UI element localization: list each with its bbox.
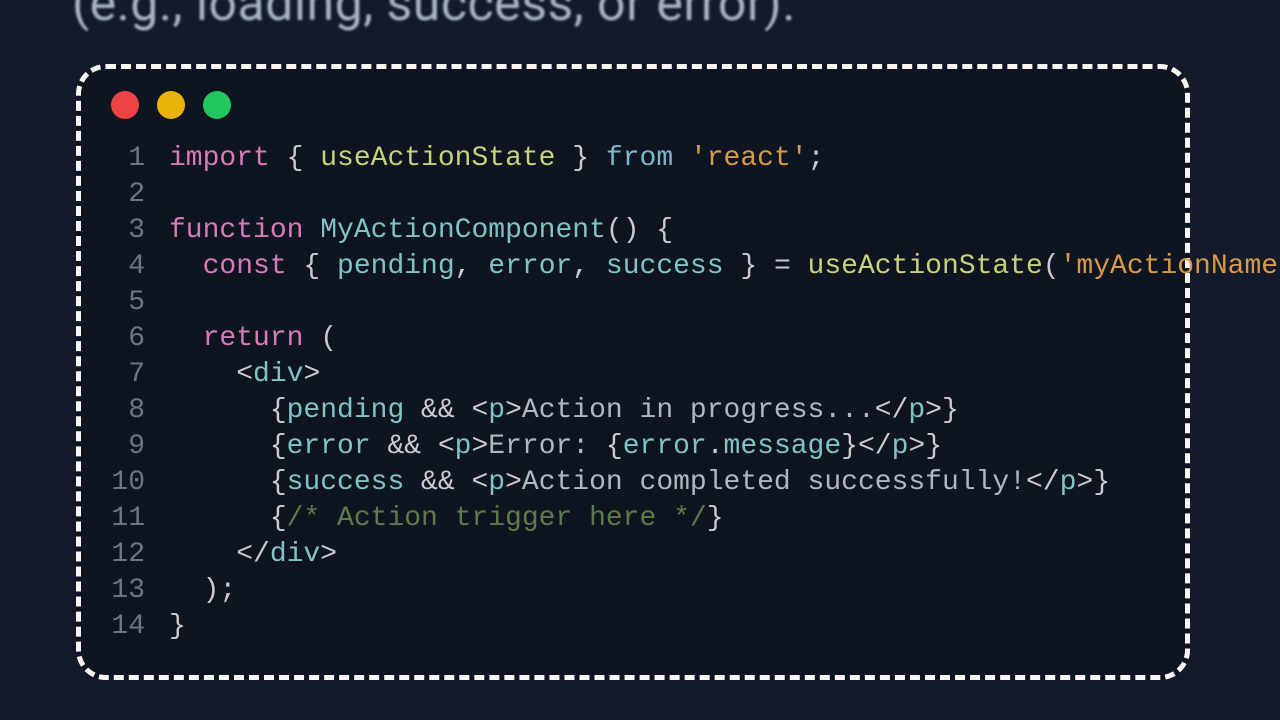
code-text bbox=[169, 177, 186, 213]
code-line: 10 {success && <p>Action completed succe… bbox=[109, 465, 1153, 501]
code-line: 14} bbox=[109, 609, 1153, 645]
code-line: 5 bbox=[109, 285, 1153, 321]
code-text: {/* Action trigger here */} bbox=[169, 501, 724, 537]
line-number: 4 bbox=[109, 249, 169, 285]
line-number: 14 bbox=[109, 609, 169, 645]
line-number: 12 bbox=[109, 537, 169, 573]
line-number: 8 bbox=[109, 393, 169, 429]
code-line: 4 const { pending, error, success } = us… bbox=[109, 249, 1153, 285]
line-number: 5 bbox=[109, 285, 169, 321]
zoom-icon bbox=[203, 91, 231, 119]
code-line: 2 bbox=[109, 177, 1153, 213]
line-number: 6 bbox=[109, 321, 169, 357]
line-number: 7 bbox=[109, 357, 169, 393]
line-number: 11 bbox=[109, 501, 169, 537]
code-line: 7 <div> bbox=[109, 357, 1153, 393]
line-number: 1 bbox=[109, 141, 169, 177]
code-text: {pending && <p>Action in progress...</p>… bbox=[169, 393, 959, 429]
line-number: 9 bbox=[109, 429, 169, 465]
code-text bbox=[169, 285, 186, 321]
code-line: 3function MyActionComponent() { bbox=[109, 213, 1153, 249]
code-line: 9 {error && <p>Error: {error.message}</p… bbox=[109, 429, 1153, 465]
code-text: </div> bbox=[169, 537, 337, 573]
code-text: function MyActionComponent() { bbox=[169, 213, 673, 249]
minimize-icon bbox=[157, 91, 185, 119]
code-text: } bbox=[169, 609, 186, 645]
window-traffic-lights bbox=[111, 91, 1153, 119]
code-text: import { useActionState } from 'react'; bbox=[169, 141, 824, 177]
code-line: 1import { useActionState } from 'react'; bbox=[109, 141, 1153, 177]
code-text: {success && <p>Action completed successf… bbox=[169, 465, 1110, 501]
code-text: {error && <p>Error: {error.message}</p>} bbox=[169, 429, 942, 465]
code-editor-window: 1import { useActionState } from 'react';… bbox=[76, 64, 1190, 680]
slide: (e.g., loading, success, or error). 1imp… bbox=[0, 0, 1280, 720]
code-text: ); bbox=[169, 573, 236, 609]
line-number: 13 bbox=[109, 573, 169, 609]
code-line: 8 {pending && <p>Action in progress...</… bbox=[109, 393, 1153, 429]
code-text: return ( bbox=[169, 321, 337, 357]
code-line: 12 </div> bbox=[109, 537, 1153, 573]
line-number: 3 bbox=[109, 213, 169, 249]
code-line: 13 ); bbox=[109, 573, 1153, 609]
code-text: <div> bbox=[169, 357, 320, 393]
code-text: const { pending, error, success } = useA… bbox=[169, 249, 1280, 285]
heading-fragment: (e.g., loading, success, or error). bbox=[72, 0, 1208, 31]
line-number: 10 bbox=[109, 465, 169, 501]
code-line: 11 {/* Action trigger here */} bbox=[109, 501, 1153, 537]
code-block: 1import { useActionState } from 'react';… bbox=[109, 141, 1153, 645]
code-line: 6 return ( bbox=[109, 321, 1153, 357]
close-icon bbox=[111, 91, 139, 119]
line-number: 2 bbox=[109, 177, 169, 213]
